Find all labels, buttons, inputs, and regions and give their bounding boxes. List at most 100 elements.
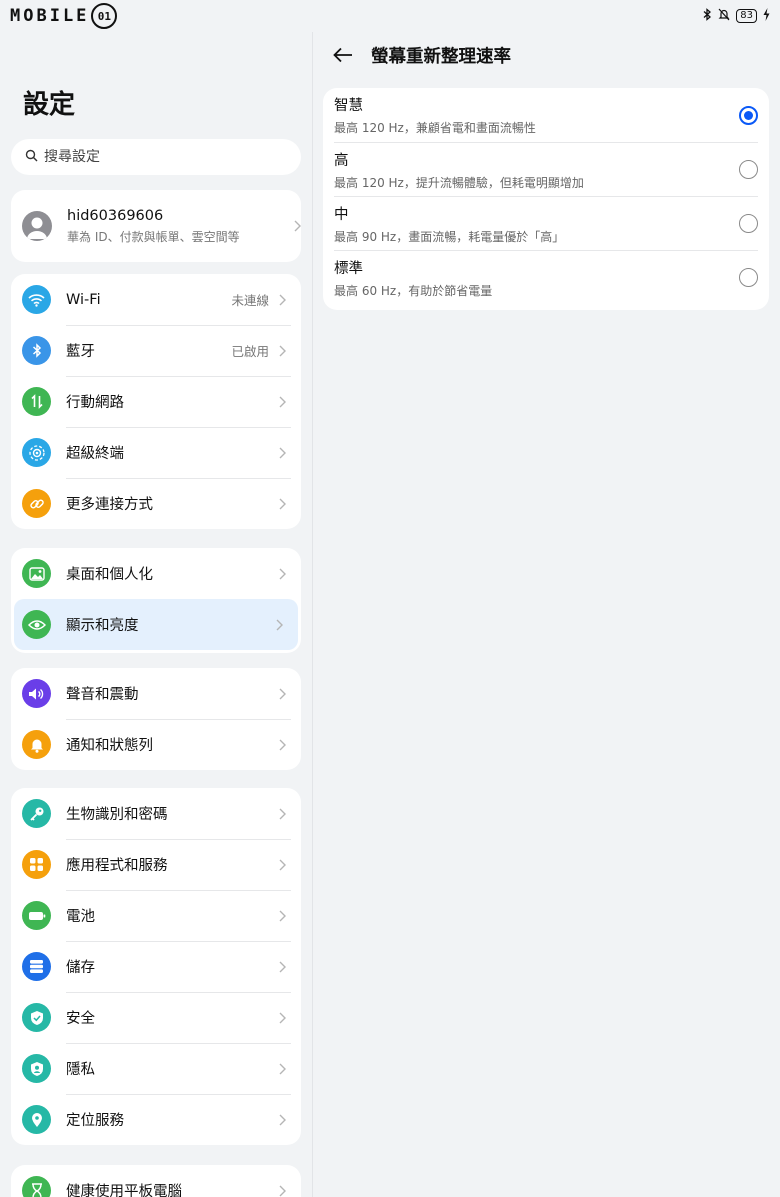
apps-icon (22, 850, 51, 879)
sidebar-item-wifi[interactable]: Wi-Fi 未連線 (11, 274, 301, 325)
radio-button[interactable] (739, 268, 758, 287)
chevron-right-icon (275, 498, 289, 510)
chevron-right-icon (294, 217, 301, 236)
chevron-right-icon (275, 808, 289, 820)
sidebar-item-desktop-personalization[interactable]: 桌面和個人化 (11, 548, 301, 599)
system-group: 生物識別和密碼 應用程式和服務 電池 儲存 安全 隱私 定位服務 (11, 788, 301, 1145)
bluetooth-icon (22, 336, 51, 365)
sidebar-item-digital-balance[interactable]: 健康使用平板電腦 (11, 1165, 301, 1197)
status-icons: 83 (702, 8, 770, 24)
page-title: 設定 (23, 90, 76, 120)
sidebar-item-label: 更多連接方式 (66, 497, 153, 513)
link-icon (22, 489, 51, 518)
radio-button[interactable] (739, 160, 758, 179)
sidebar-item-label: 隱私 (66, 1062, 95, 1078)
wifi-status: 未連線 (231, 293, 269, 308)
radio-button-selected[interactable] (739, 105, 758, 125)
sidebar-item-label: 通知和狀態列 (66, 738, 153, 754)
sidebar-item-label: 電池 (66, 909, 95, 925)
battery-icon (22, 901, 51, 930)
bell-icon (22, 730, 51, 759)
mobile-data-icon (22, 387, 51, 416)
wifi-icon (22, 285, 51, 314)
option-high[interactable]: 高 最高 120 Hz，提升流暢體驗，但耗電明顯增加 (334, 142, 758, 196)
settings-pane: 設定 hid60369606 華為 ID、付款與帳單、雲空間等 Wi-Fi 未連… (0, 32, 312, 1197)
battery-indicator: 83 (736, 9, 757, 23)
sidebar-item-label: 行動網路 (66, 395, 124, 411)
chevron-right-icon (275, 961, 289, 973)
sidebar-item-mobile-network[interactable]: 行動網路 (11, 376, 301, 427)
eye-icon (22, 610, 51, 639)
sidebar-item-bluetooth[interactable]: 藍牙 已啟用 (11, 325, 301, 376)
sidebar-item-label: 藍牙 (66, 344, 95, 360)
wellbeing-group: 健康使用平板電腦 (11, 1165, 301, 1197)
chevron-right-icon (275, 688, 289, 700)
super-device-icon (22, 438, 51, 467)
chevron-right-icon (275, 396, 289, 408)
status-bar: MOBILE 01 83 (0, 0, 780, 32)
sidebar-item-label: 顯示和亮度 (66, 618, 139, 634)
sidebar-item-biometrics-password[interactable]: 生物識別和密碼 (11, 788, 301, 839)
search-icon (25, 149, 44, 166)
bluetooth-status: 已啟用 (231, 344, 269, 359)
sidebar-item-location[interactable]: 定位服務 (11, 1094, 301, 1145)
sidebar-item-battery[interactable]: 電池 (11, 890, 301, 941)
display-group: 桌面和個人化 顯示和亮度 (11, 548, 301, 653)
chevron-right-icon (275, 568, 289, 580)
chevron-right-icon (275, 1012, 289, 1024)
sidebar-item-label: 超級終端 (66, 446, 124, 462)
option-description: 最高 60 Hz，有助於節省電量 (334, 283, 493, 298)
sidebar-item-label: 生物識別和密碼 (66, 807, 168, 823)
chevron-right-icon (275, 739, 289, 751)
sidebar-item-privacy[interactable]: 隱私 (11, 1043, 301, 1094)
option-description: 最高 120 Hz，兼顧省電和畫面流暢性 (334, 121, 536, 135)
detail-header: 螢幕重新整理速率 (333, 42, 511, 68)
bluetooth-icon (702, 8, 712, 24)
chevron-right-icon (275, 1063, 289, 1075)
sidebar-item-label: 桌面和個人化 (66, 567, 153, 583)
sidebar-item-apps-services[interactable]: 應用程式和服務 (11, 839, 301, 890)
hourglass-icon (22, 1176, 51, 1197)
location-icon (22, 1105, 51, 1134)
sidebar-item-label: 應用程式和服務 (66, 858, 168, 874)
sidebar-item-label: 健康使用平板電腦 (66, 1184, 182, 1197)
sound-notification-group: 聲音和震動 通知和狀態列 (11, 668, 301, 770)
chevron-right-icon (275, 294, 289, 306)
sidebar-item-label: 安全 (66, 1011, 95, 1027)
sidebar-item-super-device[interactable]: 超級終端 (11, 427, 301, 478)
option-title: 智慧 (334, 98, 363, 114)
sidebar-item-sound-vibration[interactable]: 聲音和震動 (11, 668, 301, 719)
option-standard[interactable]: 標準 最高 60 Hz，有助於節省電量 (334, 250, 758, 304)
shield-icon (22, 1003, 51, 1032)
wallpaper-icon (22, 559, 51, 588)
option-medium[interactable]: 中 最高 90 Hz，畫面流暢，耗電量優於「高」 (334, 196, 758, 250)
back-arrow-icon[interactable] (333, 43, 357, 67)
connectivity-group: Wi-Fi 未連線 藍牙 已啟用 行動網路 超級終端 更多連接方式 (11, 274, 301, 529)
chevron-right-icon (275, 1185, 289, 1197)
sound-icon (22, 679, 51, 708)
option-title: 中 (334, 206, 349, 223)
option-title: 高 (334, 152, 349, 169)
sidebar-item-display-brightness[interactable]: 顯示和亮度 (14, 599, 298, 650)
chevron-right-icon (275, 1114, 289, 1126)
account-name: hid60369606 (67, 207, 164, 224)
option-description: 最高 120 Hz，提升流暢體驗，但耗電明顯增加 (334, 175, 584, 190)
option-smart[interactable]: 智慧 最高 120 Hz，兼顧省電和畫面流暢性 (334, 88, 758, 142)
search-input[interactable] (44, 149, 264, 165)
sidebar-item-storage[interactable]: 儲存 (11, 941, 301, 992)
charging-icon (763, 8, 770, 24)
search-bar[interactable] (11, 139, 301, 175)
option-title: 標準 (334, 260, 363, 277)
avatar (22, 211, 52, 241)
mute-bell-icon (718, 8, 730, 24)
sidebar-item-more-connections[interactable]: 更多連接方式 (11, 478, 301, 529)
chevron-right-icon (275, 447, 289, 459)
sidebar-item-label: 定位服務 (66, 1113, 124, 1129)
detail-title: 螢幕重新整理速率 (371, 46, 511, 67)
account-row[interactable]: hid60369606 華為 ID、付款與帳單、雲空間等 (11, 190, 301, 262)
sidebar-item-security[interactable]: 安全 (11, 992, 301, 1043)
sidebar-item-notifications[interactable]: 通知和狀態列 (11, 719, 301, 770)
key-icon (22, 799, 51, 828)
chevron-right-icon (275, 859, 289, 871)
radio-button[interactable] (739, 214, 758, 233)
